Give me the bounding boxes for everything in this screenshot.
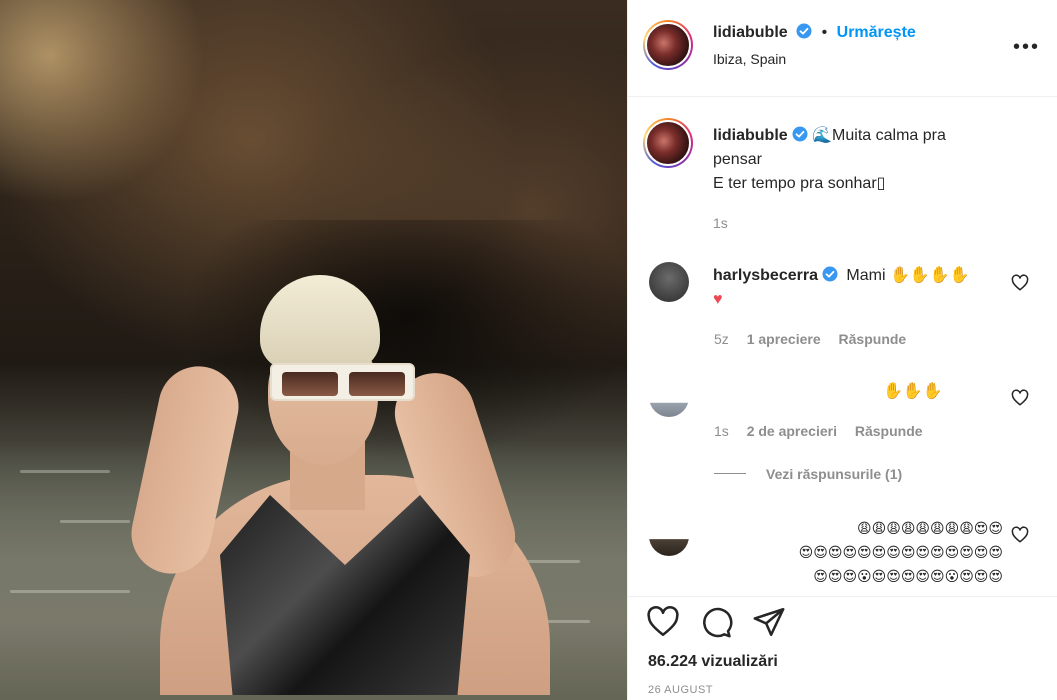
caption-text-line2: pensar (713, 151, 762, 168)
comment-avatar[interactable] (649, 262, 689, 302)
comment-bubble-icon[interactable] (699, 605, 733, 639)
post-actions: 86.224 vizualizări 26 AUGUST (628, 596, 1057, 700)
ripple (10, 590, 130, 593)
caption-text-line1: 🌊Muita calma pra (812, 127, 946, 144)
comment-avatar[interactable] (649, 522, 689, 556)
sunglasses (270, 363, 415, 401)
caption-avatar[interactable] (643, 118, 693, 168)
post-date[interactable]: 26 AUGUST (648, 684, 713, 696)
like-comment-heart-icon[interactable] (1011, 389, 1029, 407)
comment-time[interactable]: 1s (714, 423, 729, 439)
hair (260, 275, 380, 370)
ellipsis-icon[interactable]: ••• (1013, 36, 1040, 59)
follow-button[interactable]: Urmărește (837, 24, 916, 41)
comment-meta: 5z 1 apreciere Răspunde (714, 331, 906, 347)
comment-username[interactable]: harlysbecerra (713, 267, 818, 284)
like-heart-icon[interactable] (646, 605, 680, 639)
post-username[interactable]: lidiabuble (713, 24, 788, 41)
view-replies-button[interactable]: Vezi răspunsurile (1) (766, 466, 902, 482)
post-side-panel: lidiabuble • Urmărește Ibiza, Spain ••• … (627, 0, 1057, 700)
replies-divider (714, 473, 746, 474)
like-comment-heart-icon[interactable] (1011, 274, 1029, 292)
share-paper-plane-icon[interactable] (752, 605, 786, 639)
comment-text-line2: ♥ (713, 291, 723, 308)
comment-text-line3: 😍😍😍😮😍😍😍😍😍😮😍😍😍 (813, 568, 1003, 584)
comment: 😩😩😩😩😩😩😩😩😍😍 😍😍😍😍😍😍😍😍😍😍😍😍😍😍 😍😍😍😮😍😍😍😍😍😮😍😍😍 (713, 516, 1003, 588)
comment: harlysbecerra Mami ✋✋✋✋ ♥ (713, 264, 1003, 312)
post-header: lidiabuble • Urmărește Ibiza, Spain ••• (628, 0, 1057, 97)
reply-button[interactable]: Răspunde (839, 331, 907, 347)
comment-meta: 1s 2 de aprecieri Răspunde (714, 423, 923, 439)
comment-text: ✋✋✋ (883, 383, 943, 400)
caption-username[interactable]: lidiabuble (713, 127, 788, 144)
comment-time[interactable]: 5z (714, 331, 729, 347)
verified-badge-icon (822, 266, 838, 282)
comment-likes[interactable]: 2 de aprecieri (747, 423, 837, 439)
verified-badge-icon (792, 126, 808, 142)
person (124, 275, 570, 695)
comment-text: Mami ✋✋✋✋ (846, 267, 970, 284)
location-link[interactable]: Ibiza, Spain (713, 51, 786, 67)
comment-avatar[interactable] (649, 385, 689, 417)
view-count[interactable]: 86.224 vizualizări (648, 653, 778, 671)
comment-likes[interactable]: 1 apreciere (747, 331, 821, 347)
caption-time[interactable]: 1s (713, 215, 728, 231)
caption-text-line3: E ter tempo pra sonhar▯ (713, 175, 886, 192)
reply-button[interactable]: Răspunde (855, 423, 923, 439)
avatar[interactable] (643, 20, 693, 70)
comment-text-line2: 😍😍😍😍😍😍😍😍😍😍😍😍😍😍 (798, 544, 1003, 560)
verified-badge-icon (796, 23, 812, 39)
ripple (20, 470, 110, 473)
caption: lidiabuble 🌊Muita calma pra pensar E ter… (713, 124, 1023, 196)
post-media[interactable] (0, 0, 627, 700)
like-comment-heart-icon[interactable] (1011, 526, 1029, 544)
ripple (60, 520, 130, 523)
comment-text: 😩😩😩😩😩😩😩😩😍😍 (857, 520, 1003, 536)
